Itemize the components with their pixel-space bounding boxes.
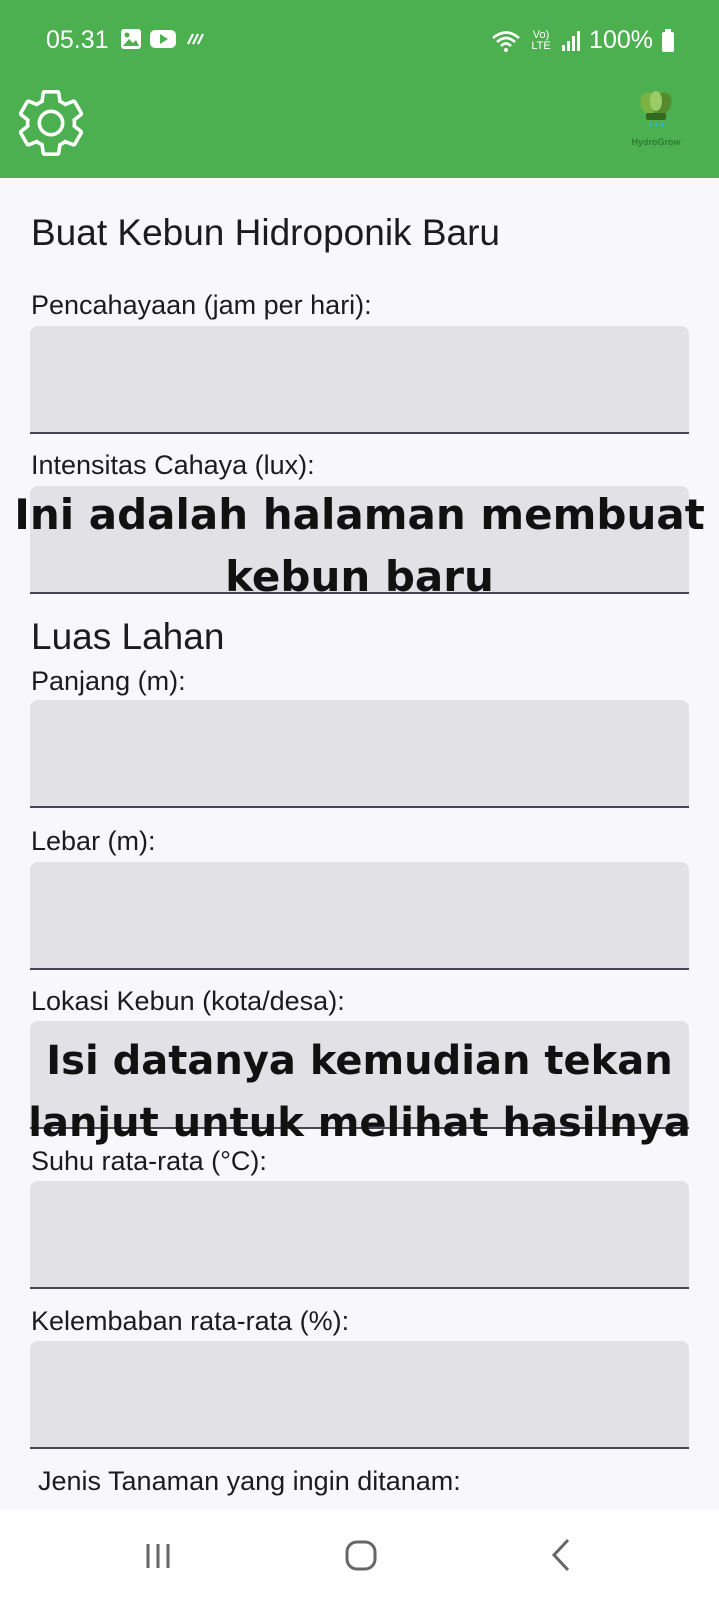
intensity-label: Intensitas Cahaya (lux): bbox=[31, 450, 315, 480]
network-label: Vo) LTE bbox=[531, 28, 551, 52]
weather-icon bbox=[187, 33, 204, 45]
annotation-bottom: Isi datanya kemudian tekan lanjut untuk … bbox=[0, 1030, 719, 1154]
status-bar: 05.31 Vo) LTE 100% bbox=[0, 22, 719, 62]
annotation-top: Ini adalah halaman membuat kebun baru bbox=[0, 484, 719, 608]
status-time: 05.31 bbox=[46, 26, 109, 54]
humidity-input[interactable] bbox=[30, 1341, 689, 1449]
page-title: Buat Kebun Hidroponik Baru bbox=[31, 212, 500, 253]
system-status: Vo) LTE 100% bbox=[491, 26, 675, 55]
length-input[interactable] bbox=[30, 700, 689, 808]
form-content: Buat Kebun Hidroponik Baru Pencahayaan (… bbox=[0, 178, 719, 1510]
app-logo: HydroGrow bbox=[626, 88, 686, 150]
home-icon[interactable] bbox=[336, 1530, 386, 1580]
lighting-label: Pencahayaan (jam per hari): bbox=[31, 290, 372, 320]
annotation-top-line1: Ini adalah halaman membuat bbox=[14, 490, 705, 539]
app-header: 05.31 Vo) LTE 100% HydroGrow bbox=[0, 0, 719, 178]
youtube-icon bbox=[150, 30, 176, 48]
gear-icon[interactable] bbox=[12, 84, 90, 162]
temperature-input[interactable] bbox=[30, 1181, 689, 1289]
plant-logo-icon bbox=[640, 91, 672, 127]
plant-type-label: Jenis Tanaman yang ingin ditanam: bbox=[38, 1466, 461, 1496]
humidity-label: Kelembaban rata-rata (%): bbox=[31, 1306, 350, 1336]
wifi-icon bbox=[492, 30, 520, 52]
area-section-title: Luas Lahan bbox=[31, 616, 225, 657]
notification-icons bbox=[120, 28, 206, 50]
signal-icon bbox=[562, 30, 581, 51]
back-icon[interactable] bbox=[538, 1530, 588, 1580]
lighting-input[interactable] bbox=[30, 326, 689, 434]
recent-apps-icon[interactable] bbox=[134, 1530, 184, 1580]
width-label: Lebar (m): bbox=[31, 826, 156, 856]
length-label: Panjang (m): bbox=[31, 666, 186, 696]
battery-icon bbox=[662, 28, 674, 52]
logo-text: HydroGrow bbox=[631, 137, 681, 147]
annotation-top-line2: kebun baru bbox=[225, 552, 494, 601]
annotation-bottom-line2: lanjut untuk melihat hasilnya bbox=[28, 1100, 691, 1146]
battery-percent: 100% bbox=[589, 26, 653, 54]
annotation-bottom-line1: Isi datanya kemudian tekan bbox=[46, 1038, 673, 1084]
navigation-bar bbox=[0, 1510, 719, 1600]
width-input[interactable] bbox=[30, 862, 689, 970]
gallery-icon bbox=[121, 29, 141, 49]
location-label: Lokasi Kebun (kota/desa): bbox=[31, 986, 345, 1016]
